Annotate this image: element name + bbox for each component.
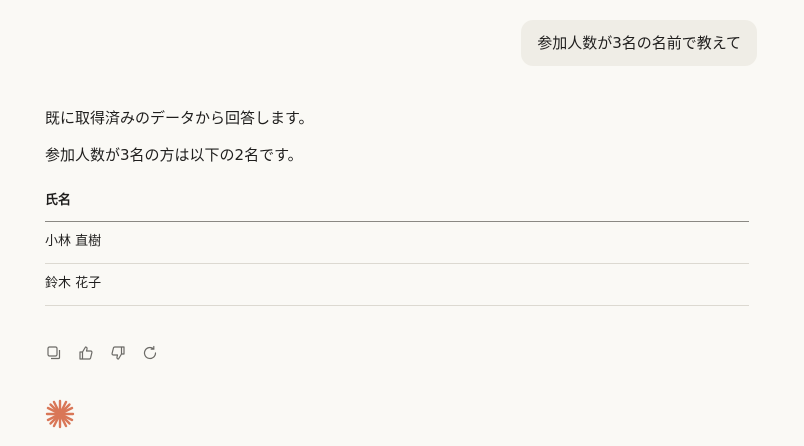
user-message-bubble: 参加人数が3名の名前で教えて — [521, 20, 757, 66]
thumbs-up-button[interactable] — [77, 344, 95, 362]
table-header-row: 氏名 — [45, 184, 749, 222]
assistant-response: 既に取得済みのデータから回答します。 参加人数が3名の方は以下の2名です。 氏名… — [45, 106, 749, 306]
assistant-logo-icon — [45, 399, 75, 429]
copy-icon — [47, 346, 61, 360]
retry-button[interactable] — [141, 344, 159, 362]
table-row: 小林 直樹 — [45, 221, 749, 264]
table-cell-name: 鈴木 花子 — [45, 263, 749, 306]
thumbs-down-button[interactable] — [109, 344, 127, 362]
table-row: 鈴木 花子 — [45, 263, 749, 306]
thumbs-down-icon — [111, 346, 125, 360]
response-paragraph: 参加人数が3名の方は以下の2名です。 — [45, 146, 303, 164]
column-header-name: 氏名 — [45, 184, 749, 222]
retry-icon — [143, 345, 157, 360]
table-cell-name: 小林 直樹 — [45, 221, 749, 264]
message-actions — [45, 344, 159, 362]
chat-page: 参加人数が3名の名前で教えて 既に取得済みのデータから回答します。 参加人数が3… — [0, 0, 804, 446]
response-paragraph: 既に取得済みのデータから回答します。 — [45, 109, 314, 127]
copy-button[interactable] — [45, 344, 63, 362]
thumbs-up-icon — [79, 346, 93, 360]
result-table: 氏名 小林 直樹 鈴木 花子 — [45, 184, 749, 306]
